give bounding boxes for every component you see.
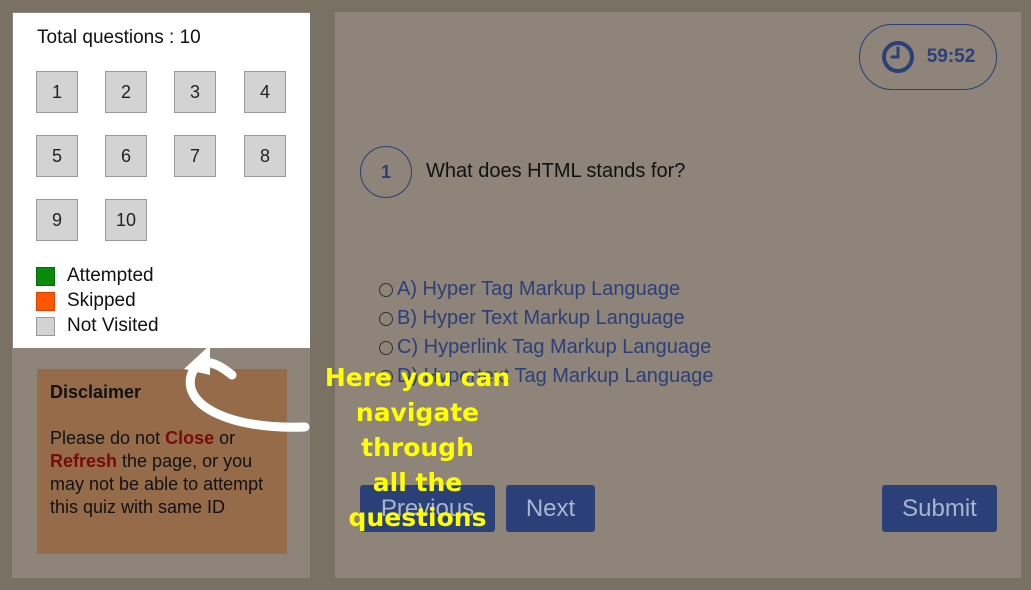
not-visited-swatch <box>36 316 55 336</box>
question-text: What does HTML stands for? <box>426 160 686 182</box>
timer: 59:52 <box>859 24 997 90</box>
annotation-line: all the questions <box>348 468 487 532</box>
annotation-text: Here you can navigate through all the qu… <box>300 360 535 535</box>
question-button-10[interactable]: 10 <box>105 199 147 241</box>
option-label: B) Hyper Text Markup Language <box>397 307 685 329</box>
total-questions-label: Total questions : 10 <box>37 27 201 48</box>
legend-skipped: Skipped <box>36 290 136 312</box>
clock-icon <box>881 41 914 73</box>
question-navigator: Total questions : 10 1 2 3 4 5 6 7 8 9 1… <box>13 13 310 348</box>
option-b[interactable]: B) Hyper Text Markup Language <box>379 307 685 330</box>
question-button-7[interactable]: 7 <box>174 135 216 177</box>
question-button-5[interactable]: 5 <box>36 135 78 177</box>
question-number-badge: 1 <box>360 146 412 198</box>
option-label: C) Hyperlink Tag Markup Language <box>397 336 712 358</box>
radio-button[interactable] <box>379 282 393 297</box>
annotation-line: Here you can <box>324 363 511 392</box>
attempted-swatch <box>36 266 55 286</box>
question-button-4[interactable]: 4 <box>244 71 286 113</box>
legend-not-visited: Not Visited <box>36 315 159 337</box>
annotation-line: navigate through <box>355 398 480 462</box>
question-button-1[interactable]: 1 <box>36 71 78 113</box>
question-button-6[interactable]: 6 <box>105 135 147 177</box>
legend-label: Not Visited <box>67 315 159 336</box>
question-button-8[interactable]: 8 <box>244 135 286 177</box>
timer-value: 59:52 <box>926 46 976 67</box>
legend-label: Attempted <box>67 265 154 286</box>
refresh-word: Refresh <box>50 451 118 471</box>
curved-arrow-icon <box>184 345 310 432</box>
option-c[interactable]: C) Hyperlink Tag Markup Language <box>379 336 711 359</box>
option-a[interactable]: A) Hyper Tag Markup Language <box>379 278 680 301</box>
legend-label: Skipped <box>67 290 136 311</box>
question-button-3[interactable]: 3 <box>174 71 216 113</box>
radio-button[interactable] <box>379 311 393 326</box>
option-label: A) Hyper Tag Markup Language <box>397 278 681 300</box>
question-button-2[interactable]: 2 <box>105 71 147 113</box>
submit-button[interactable]: Submit <box>882 485 997 532</box>
legend-attempted: Attempted <box>36 265 154 287</box>
question-button-9[interactable]: 9 <box>36 199 78 241</box>
skipped-swatch <box>36 291 55 311</box>
radio-button[interactable] <box>379 340 393 355</box>
